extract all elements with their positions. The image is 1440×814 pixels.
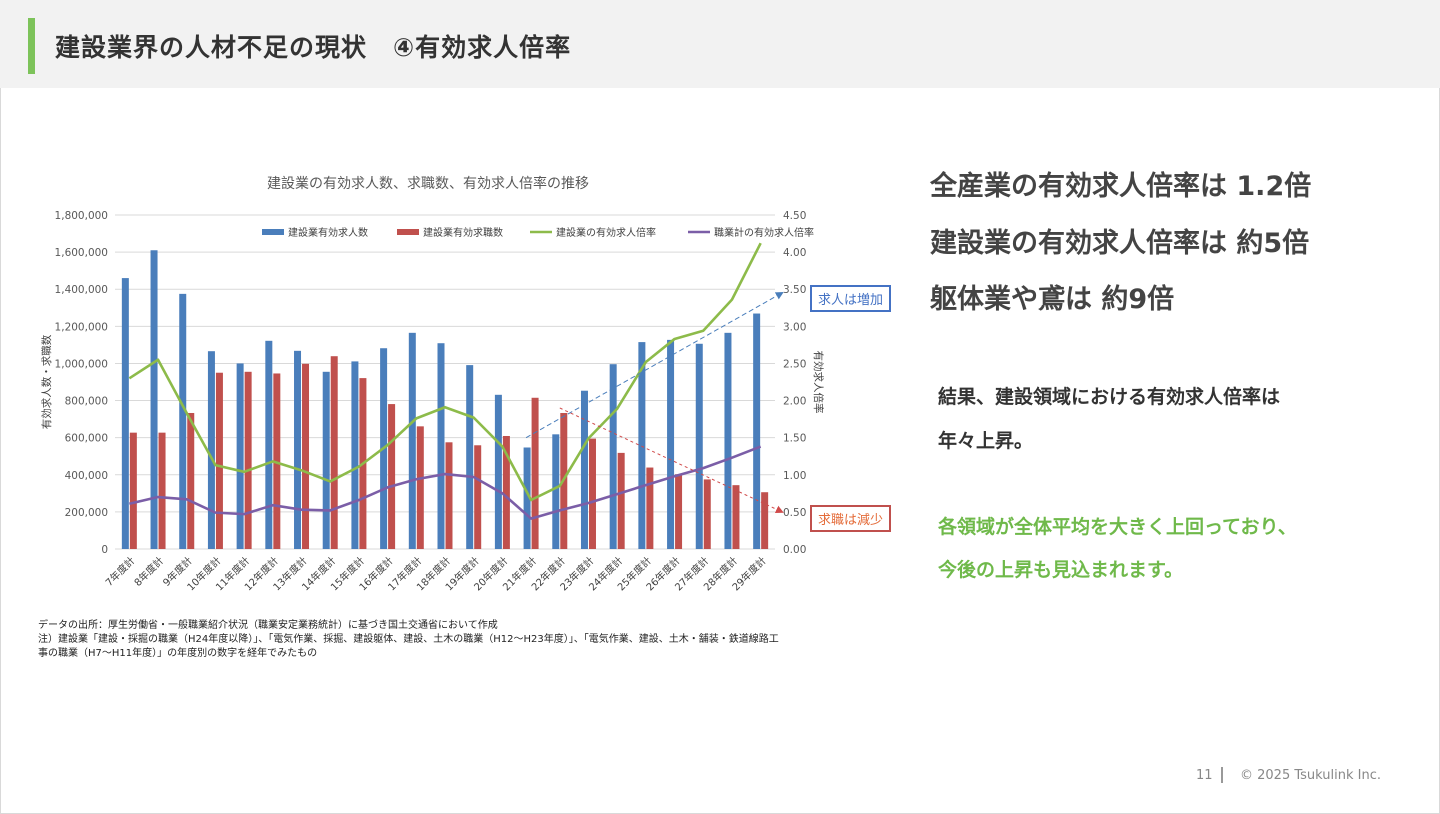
y-axis-title: 有効求人数・求職数 xyxy=(40,334,53,429)
y2-tick-label: 0.00 xyxy=(783,544,806,556)
footnote-line-1: 注）建設業「建設・採掘の職業（H24年度以降）」、「電気作業、採掘、建設躯体、建… xyxy=(38,634,779,645)
legend-label: 職業計の有効求人倍率 xyxy=(714,226,814,239)
y-tick-label: 0 xyxy=(101,544,108,556)
annotation-increase-text: 求人は増加 xyxy=(818,293,884,308)
body-text-1: 結果、建設領域における有効求人倍率は xyxy=(938,386,1281,408)
legend-label: 建設業有効求人数 xyxy=(288,226,368,239)
bar-job-seekers xyxy=(588,438,596,549)
bar-job-openings xyxy=(466,365,474,549)
page-number: 11 xyxy=(1196,768,1213,783)
bar-job-seekers xyxy=(474,445,482,549)
bar-job-openings xyxy=(351,361,359,549)
y-tick-label: 800,000 xyxy=(65,396,108,408)
y2-tick-label: 2.50 xyxy=(783,358,806,370)
bar-job-seekers xyxy=(244,371,252,549)
bar-job-openings xyxy=(265,340,273,549)
y2-tick-label: 3.00 xyxy=(783,321,806,333)
bar-job-seekers xyxy=(617,452,625,549)
bar-job-seekers xyxy=(703,479,711,549)
footnote-line-2: 事の職業（H7〜H11年度）」の年度別の数字を経年でみたもの xyxy=(38,648,318,659)
bar-job-openings xyxy=(294,350,302,549)
bar-job-openings xyxy=(236,363,244,549)
bar-job-openings xyxy=(150,250,158,549)
bar-job-openings xyxy=(667,339,675,549)
y2-tick-label: 2.00 xyxy=(783,396,806,408)
bar-job-seekers xyxy=(445,442,453,549)
highlight-text-1: 各領域が全体平均を大きく上回っており、 xyxy=(938,516,1297,538)
legend-swatch xyxy=(397,229,419,235)
bar-job-openings xyxy=(121,278,129,549)
legend-swatch xyxy=(262,229,284,235)
headline-all-industries: 全産業の有効求人倍率は 1.2倍 xyxy=(930,171,1312,202)
annotation-increase: 求人は増加 xyxy=(810,285,892,312)
bar-job-openings xyxy=(609,364,617,549)
bar-job-openings xyxy=(437,343,445,549)
bar-job-seekers xyxy=(675,474,683,549)
annotation-decrease: 求職は減少 xyxy=(810,505,892,532)
bar-job-seekers xyxy=(129,432,137,549)
y2-tick-label: 0.50 xyxy=(783,507,806,519)
bar-job-openings xyxy=(753,313,761,549)
bar-job-seekers xyxy=(416,426,424,549)
y2-tick-label: 4.50 xyxy=(783,210,806,222)
bar-job-seekers xyxy=(330,356,338,549)
bar-job-openings xyxy=(322,371,330,549)
y2-tick-label: 1.00 xyxy=(783,470,806,482)
bar-job-seekers xyxy=(215,372,223,549)
legend-label: 建設業有効求職数 xyxy=(423,226,503,239)
y2-tick-label: 3.50 xyxy=(783,284,806,296)
y-tick-label: 600,000 xyxy=(65,433,108,445)
y-tick-label: 1,200,000 xyxy=(55,321,108,333)
headline-frame-work: 躯体業や鳶は 約9倍 xyxy=(930,284,1175,315)
y2-axis-title: 有効求人倍率 xyxy=(812,351,825,414)
chart-title: 建設業の有効求人数、求職数、有効求人倍率の推移 xyxy=(267,175,589,192)
y-tick-label: 200,000 xyxy=(65,507,108,519)
bar-job-seekers xyxy=(388,404,396,549)
y2-tick-label: 1.50 xyxy=(783,433,806,445)
y-tick-label: 1,600,000 xyxy=(55,247,108,259)
highlight-text-2: 今後の上昇も見込まれます。 xyxy=(938,559,1184,581)
bar-job-seekers xyxy=(531,397,539,549)
y-tick-label: 1,000,000 xyxy=(55,358,108,370)
y-tick-label: 1,400,000 xyxy=(55,284,108,296)
legend-label: 建設業の有効求人倍率 xyxy=(556,226,656,239)
bar-job-openings xyxy=(179,293,187,549)
bar-job-openings xyxy=(552,434,560,549)
bar-job-seekers xyxy=(302,363,310,549)
bar-job-seekers xyxy=(761,492,769,549)
bar-job-openings xyxy=(207,351,215,549)
bar-job-openings xyxy=(724,332,732,549)
source-note: データの出所：厚生労働省・一般職業紹介状況（職業安定業務統計）に基づき国土交通省… xyxy=(38,620,498,631)
headline-construction: 建設業の有効求人倍率は 約5倍 xyxy=(930,228,1310,259)
y2-tick-label: 4.00 xyxy=(783,247,806,259)
y-tick-label: 400,000 xyxy=(65,470,108,482)
annotation-decrease-text: 求職は減少 xyxy=(818,513,884,528)
bar-job-seekers xyxy=(646,467,654,549)
y-tick-label: 1,800,000 xyxy=(55,210,108,222)
copyright: © 2025 Tsukulink Inc. xyxy=(1240,768,1381,783)
bar-job-openings xyxy=(695,343,703,549)
bar-job-openings xyxy=(494,394,502,549)
bar-job-seekers xyxy=(158,432,166,549)
bar-job-openings xyxy=(408,332,416,549)
bar-job-seekers xyxy=(732,485,740,549)
body-text-2: 年々上昇。 xyxy=(938,430,1034,452)
bar-job-seekers xyxy=(187,412,195,549)
footer-divider xyxy=(1221,767,1223,783)
bar-job-openings xyxy=(580,390,588,549)
